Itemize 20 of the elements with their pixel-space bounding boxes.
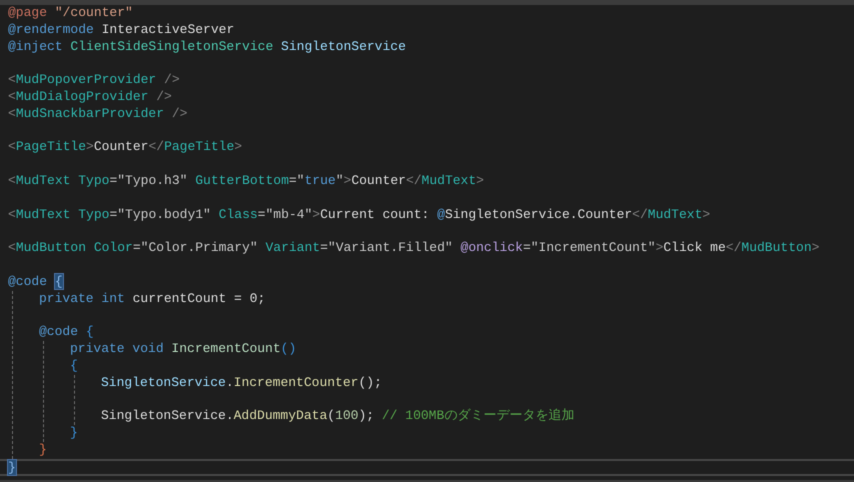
code-line: @inject ClientSideSingletonService SingletonService [8,38,407,56]
code-line: } [0,458,854,476]
code-line: private int currentCount = 0; [39,290,266,308]
code-line: SingletonService.AddDummyData(100); // 100MBのダミーデータを追加 [101,408,576,425]
code-line: <MudDialogProvider /> [8,88,173,106]
code-line: @code { [39,324,95,341]
code-line: private void IncrementCount() [70,340,298,358]
code-line: SingletonService.IncrementCounter(); [101,374,383,392]
code-line: } [70,424,79,442]
code-line: <PageTitle>Counter</PageTitle> [8,139,244,156]
code-line: <MudPopoverProvider /> [8,72,181,89]
code-line: <MudSnackbarProvider /> [8,106,188,123]
code-line: <MudText Typo="Typo.body1" Class="mb-4">Current count: @SingletonService.Counter</MudText> [8,206,712,224]
code-line: <MudButton Color="Color.Primary" Variant="Variant.Filled" @onclick="IncrementCount">Click me</MudButton> [8,240,820,257]
code-line: @page "/counter" [8,5,134,22]
code-line: @code { [8,274,64,291]
code-line: @rendermode InteractiveServer [8,22,236,39]
code-line: { [70,358,79,375]
code-line: } [39,442,48,459]
code-line: <MudText Typo="Typo.h3" GutterBottom="true">Counter</MudText> [8,172,485,190]
